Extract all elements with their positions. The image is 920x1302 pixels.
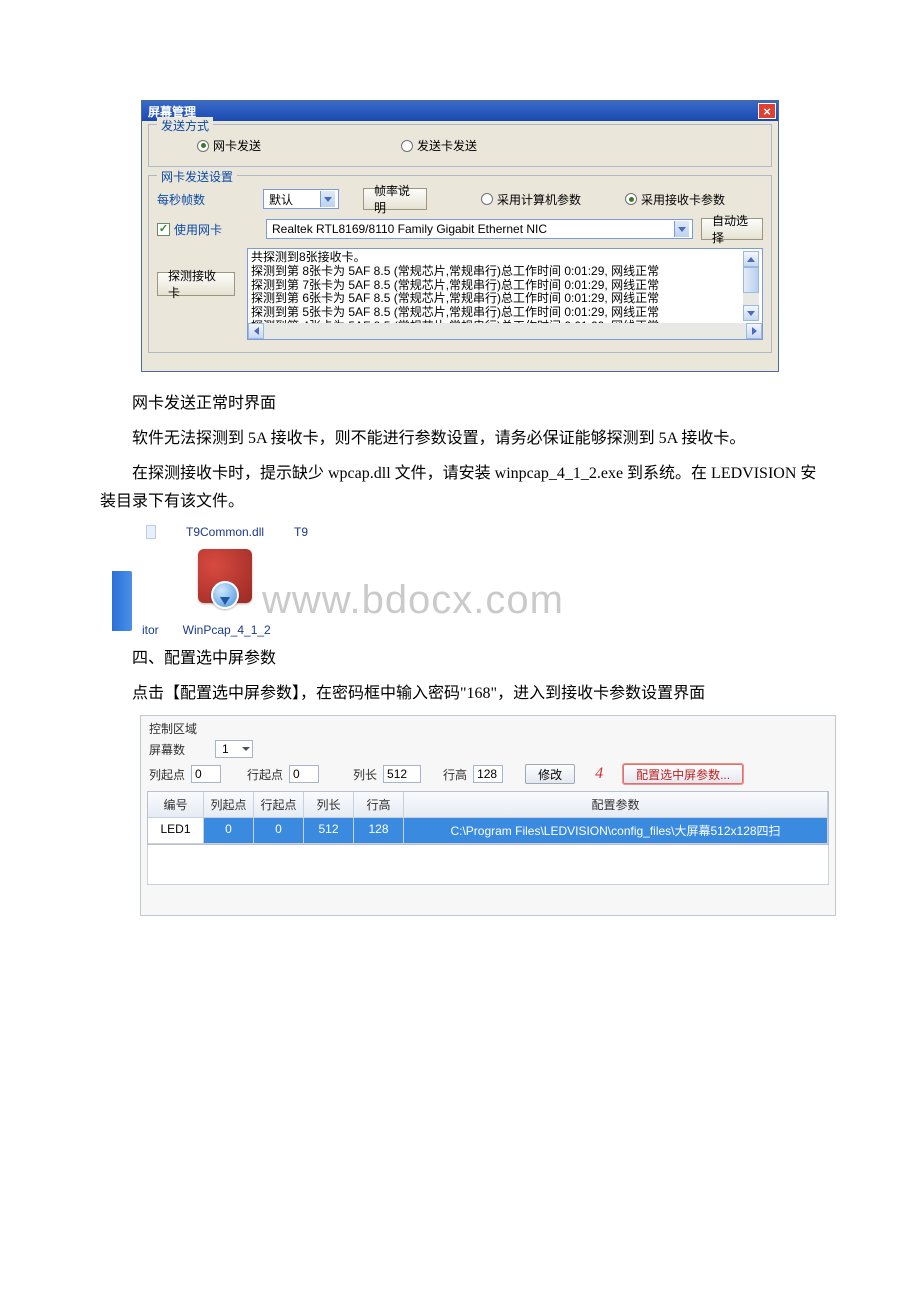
- colstart-label: 列起点: [149, 766, 185, 783]
- fps-combo[interactable]: 默认: [263, 189, 339, 209]
- cell-colstart: 0: [204, 818, 254, 844]
- file-name: WinPcap_4_1_2: [183, 623, 271, 637]
- file-name: T9Common.dll: [186, 525, 264, 539]
- window-title: 屏幕管理: [148, 103, 758, 120]
- horizontal-scrollbar[interactable]: [248, 323, 762, 339]
- table-header-row: 编号 列起点 行起点 列长 行高 配置参数: [148, 792, 828, 818]
- radio-card-label: 发送卡发送: [417, 137, 477, 154]
- use-nic-label: 使用网卡: [174, 221, 222, 238]
- control-area-label: 控制区域: [141, 716, 835, 737]
- doc-paragraph: 网卡发送正常时界面: [100, 390, 820, 417]
- fps-help-button[interactable]: 帧率说明: [363, 188, 427, 210]
- screen-management-window: 屏幕管理 × 发送方式 网卡发送 发送卡发送 网卡发送设置: [141, 100, 779, 372]
- partial-label: itor: [142, 623, 159, 637]
- detect-receiver-button[interactable]: 探测接收卡: [157, 272, 235, 296]
- nic-settings-legend: 网卡发送设置: [157, 168, 237, 185]
- config-selected-button[interactable]: 配置选中屏参数...: [623, 764, 743, 784]
- colstart-input[interactable]: [191, 765, 221, 783]
- radio-use-pc-params[interactable]: 采用计算机参数: [481, 191, 581, 208]
- send-mode-group: 发送方式 网卡发送 发送卡发送: [148, 124, 772, 167]
- send-mode-legend: 发送方式: [157, 117, 213, 134]
- vertical-scrollbar[interactable]: [743, 251, 759, 321]
- use-nic-checkbox[interactable]: 使用网卡: [157, 221, 222, 238]
- radio-use-pc-label: 采用计算机参数: [497, 191, 581, 208]
- doc-paragraph: 软件无法探测到 5A 接收卡，则不能进行参数设置，请务必保证能够探测到 5A 接…: [100, 425, 820, 452]
- radio-icon: [625, 193, 637, 205]
- cols-label: 列长: [353, 766, 377, 783]
- radio-nic-send[interactable]: 网卡发送: [197, 137, 261, 154]
- rowstart-input[interactable]: [289, 765, 319, 783]
- nic-select-combo[interactable]: Realtek RTL8169/8110 Family Gigabit Ethe…: [266, 219, 693, 239]
- screens-combo[interactable]: 1: [215, 740, 253, 758]
- rows-input[interactable]: [473, 765, 503, 783]
- radio-icon: [481, 193, 493, 205]
- scroll-up-icon[interactable]: [743, 251, 759, 267]
- radio-nic-label: 网卡发送: [213, 137, 261, 154]
- radio-icon: [197, 140, 209, 152]
- checkbox-icon: [157, 223, 170, 236]
- scroll-right-icon[interactable]: [746, 323, 762, 339]
- scroll-thumb[interactable]: [743, 267, 759, 293]
- chevron-down-icon: [674, 221, 689, 237]
- radio-use-rx-label: 采用接收卡参数: [641, 191, 725, 208]
- cell-rowstart: 0: [254, 818, 304, 844]
- header-rowstart: 行起点: [254, 792, 304, 818]
- screens-label: 屏幕数: [149, 741, 185, 758]
- log-line: 探测到第 8张卡为 5AF 8.5 (常规芯片,常规串行)总工作时间 0:01:…: [251, 265, 743, 279]
- doc-paragraph: 在探测接收卡时，提示缺少 wpcap.dll 文件，请安装 winpcap_4_…: [100, 460, 820, 514]
- header-cols: 列长: [304, 792, 354, 818]
- column-label: T9: [294, 525, 308, 539]
- radio-use-rx-params[interactable]: 采用接收卡参数: [625, 191, 725, 208]
- download-arrow-icon: [220, 597, 230, 605]
- modify-button[interactable]: 修改: [525, 764, 575, 784]
- cols-input[interactable]: [383, 765, 421, 783]
- file-icon: [146, 525, 156, 539]
- fps-label: 每秒帧数: [157, 191, 213, 208]
- scroll-left-icon[interactable]: [248, 323, 264, 339]
- nic-name-value: Realtek RTL8169/8110 Family Gigabit Ethe…: [272, 222, 674, 236]
- doc-heading: 四、配置选中屏参数: [100, 645, 820, 672]
- control-area-panel: 控制区域 屏幕数 1 列起点 行起点 列长 行高 修改 4: [140, 715, 836, 916]
- table-row[interactable]: LED1 0 0 512 128 C:\Program Files\LEDVIS…: [148, 818, 828, 844]
- screens-value: 1: [222, 742, 229, 756]
- header-config: 配置参数: [404, 792, 828, 818]
- installer-icon[interactable]: [198, 549, 252, 603]
- detection-log[interactable]: 共探测到8张接收卡。 探测到第 8张卡为 5AF 8.5 (常规芯片,常规串行)…: [247, 248, 763, 340]
- red-step-number: 4: [581, 765, 617, 783]
- window-titlebar[interactable]: 屏幕管理 ×: [142, 101, 778, 121]
- screens-table: 编号 列起点 行起点 列长 行高 配置参数 LED1 0 0 512 128 C…: [147, 791, 829, 845]
- cell-rows: 128: [354, 818, 404, 844]
- explorer-snippet: T9Common.dll T9 www.bdocx.com itor WinPc…: [142, 523, 382, 637]
- log-line: 探测到第 5张卡为 5AF 8.5 (常规芯片,常规串行)总工作时间 0:01:…: [251, 306, 743, 320]
- scroll-down-icon[interactable]: [743, 305, 759, 321]
- cell-id: LED1: [148, 818, 204, 844]
- header-id: 编号: [148, 792, 204, 818]
- close-icon[interactable]: ×: [758, 103, 776, 119]
- doc-paragraph: 点击【配置选中屏参数】，在密码框中输入密码"168"，进入到接收卡参数设置界面: [100, 680, 820, 707]
- nic-settings-group: 网卡发送设置 每秒帧数 默认 帧率说明 采用计算机参数: [148, 175, 772, 353]
- header-colstart: 列起点: [204, 792, 254, 818]
- log-header-line: 共探测到8张接收卡。: [251, 251, 743, 265]
- rows-label: 行高: [443, 766, 467, 783]
- radio-icon: [401, 140, 413, 152]
- auto-select-button[interactable]: 自动选择: [701, 218, 763, 240]
- fps-combo-value: 默认: [269, 191, 320, 208]
- radio-card-send[interactable]: 发送卡发送: [401, 137, 477, 154]
- cell-config-path: C:\Program Files\LEDVISION\config_files\…: [404, 818, 828, 844]
- header-rows: 行高: [354, 792, 404, 818]
- cell-cols: 512: [304, 818, 354, 844]
- table-empty-area: [147, 845, 829, 885]
- chevron-down-icon: [320, 191, 335, 207]
- rowstart-label: 行起点: [247, 766, 283, 783]
- folder-icon: [112, 571, 132, 631]
